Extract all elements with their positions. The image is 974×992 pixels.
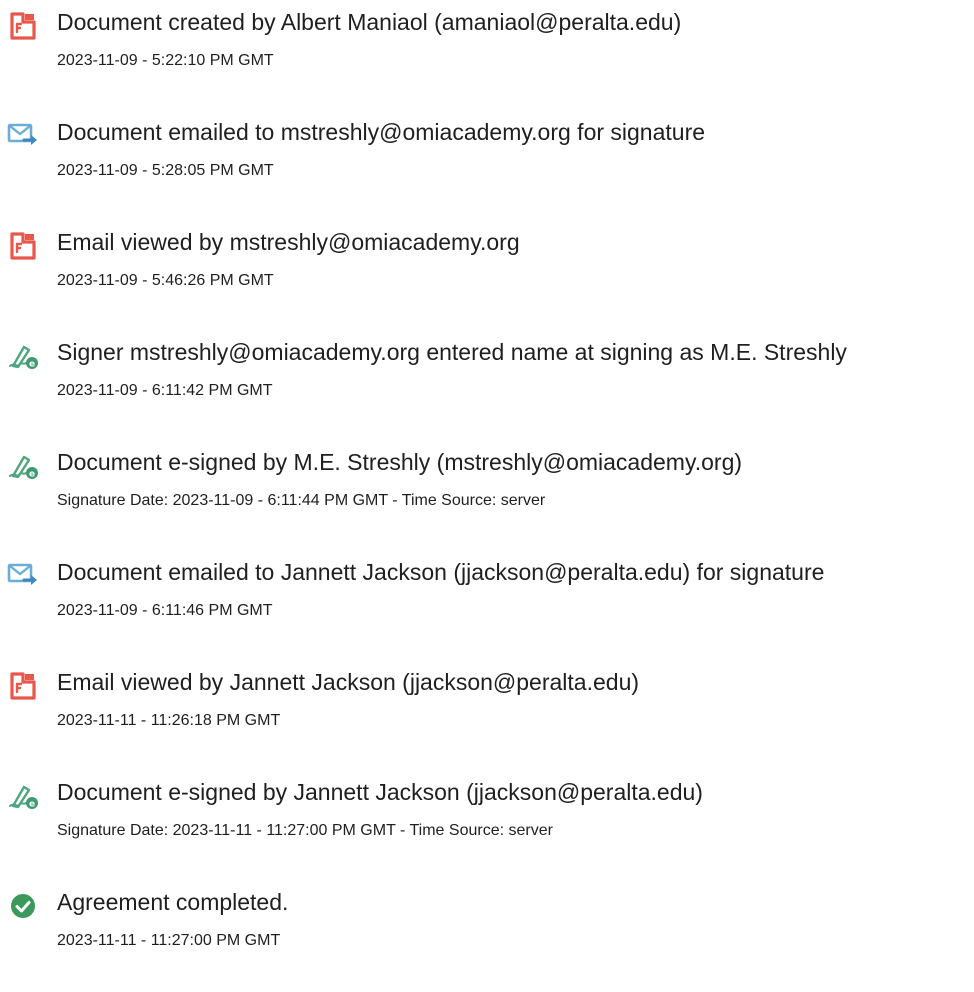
event-title: Email viewed by mstreshly@omiacademy.org	[57, 229, 520, 255]
document-icon	[6, 11, 40, 41]
event-timestamp: 2023-11-11 - 11:26:18 PM GMT	[57, 712, 281, 729]
audit-event-agreement-completed: Agreement completed. 2023-11-11 - 11:27:…	[0, 882, 974, 972]
audit-event-document-emailed: Document emailed to Jannett Jackson (jja…	[0, 552, 974, 642]
audit-event-document-esigned: e Document e-signed by M.E. Streshly (ms…	[0, 442, 974, 532]
audit-event-email-viewed: Email viewed by Jannett Jackson (jjackso…	[0, 662, 974, 752]
event-title: Document emailed to Jannett Jackson (jja…	[57, 559, 825, 585]
svg-text:e: e	[29, 470, 35, 480]
event-title: Document e-signed by Jannett Jackson (jj…	[57, 779, 703, 805]
event-timestamp: 2023-11-09 - 5:28:05 PM GMT	[57, 162, 274, 179]
document-icon	[6, 671, 40, 701]
svg-text:e: e	[29, 360, 35, 370]
event-title: Email viewed by Jannett Jackson (jjackso…	[57, 669, 640, 695]
audit-event-document-created: Document created by Albert Maniaol (aman…	[0, 2, 974, 92]
svg-text:e: e	[29, 800, 35, 810]
event-timestamp: 2023-11-11 - 11:27:00 PM GMT	[57, 932, 281, 949]
event-title: Document e-signed by M.E. Streshly (mstr…	[57, 449, 743, 475]
document-icon	[6, 231, 40, 261]
event-signature-date: Signature Date: 2023-11-11 - 11:27:00 PM…	[57, 822, 553, 839]
check-circle-icon	[6, 891, 40, 921]
esign-icon: e	[6, 341, 40, 371]
event-title: Document created by Albert Maniaol (aman…	[57, 9, 682, 35]
event-title: Agreement completed.	[57, 889, 289, 915]
event-signature-date: Signature Date: 2023-11-09 - 6:11:44 PM …	[57, 492, 546, 509]
event-timestamp: 2023-11-09 - 6:11:42 PM GMT	[57, 382, 273, 399]
audit-event-signer-entered-name: e Signer mstreshly@omiacademy.org entere…	[0, 332, 974, 422]
event-timestamp: 2023-11-09 - 5:22:10 PM GMT	[57, 52, 274, 69]
email-send-icon	[6, 121, 40, 151]
event-title: Signer mstreshly@omiacademy.org entered …	[57, 339, 847, 365]
audit-event-document-emailed: Document emailed to mstreshly@omiacademy…	[0, 112, 974, 202]
esign-icon: e	[6, 781, 40, 811]
audit-event-document-esigned: e Document e-signed by Jannett Jackson (…	[0, 772, 974, 862]
esign-icon: e	[6, 451, 40, 481]
audit-event-email-viewed: Email viewed by mstreshly@omiacademy.org…	[0, 222, 974, 312]
event-timestamp: 2023-11-09 - 6:11:46 PM GMT	[57, 602, 273, 619]
event-title: Document emailed to mstreshly@omiacademy…	[57, 119, 706, 145]
event-timestamp: 2023-11-09 - 5:46:26 PM GMT	[57, 272, 274, 289]
email-send-icon	[6, 561, 40, 591]
